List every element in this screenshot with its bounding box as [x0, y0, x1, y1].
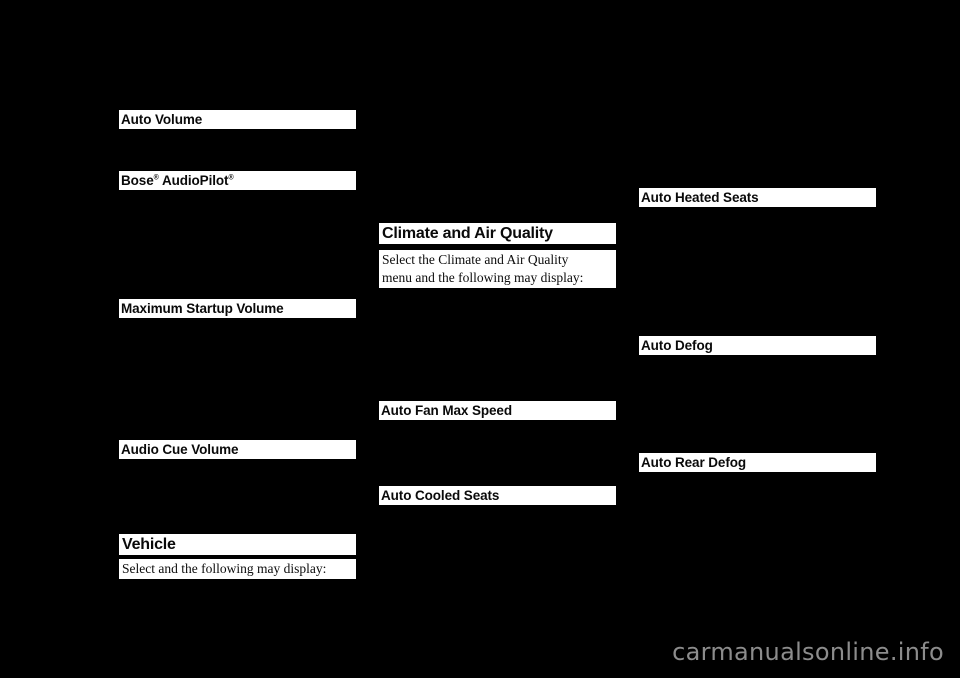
- heading-bose-audiopilot: Bose® AudioPilot®: [119, 171, 356, 190]
- audiopilot-word: AudioPilot: [158, 173, 229, 188]
- heading-auto-volume-label: Auto Volume: [121, 112, 203, 127]
- manual-page: Auto Volume Bose® AudioPilot® Maximum St…: [0, 0, 960, 678]
- heading-maximum-startup-volume-label: Maximum Startup Volume: [121, 301, 284, 316]
- heading-auto-rear-defog-label: Auto Rear Defog: [641, 455, 747, 470]
- heading-auto-volume: Auto Volume: [119, 110, 356, 129]
- climate-intro-line-1: Select the Climate and Air Quality: [382, 252, 569, 267]
- heading-auto-defog-label: Auto Defog: [641, 338, 713, 353]
- heading-auto-cooled-seats: Auto Cooled Seats: [379, 486, 616, 505]
- climate-intro-text: Select the Climate and Air Quality menu …: [379, 250, 616, 288]
- heading-climate-and-air-quality-label: Climate and Air Quality: [382, 224, 553, 242]
- heading-auto-defog: Auto Defog: [639, 336, 876, 355]
- heading-auto-heated-seats: Auto Heated Seats: [639, 188, 876, 207]
- heading-auto-rear-defog: Auto Rear Defog: [639, 453, 876, 472]
- heading-vehicle: Vehicle: [119, 534, 356, 555]
- heading-audio-cue-volume: Audio Cue Volume: [119, 440, 356, 459]
- heading-maximum-startup-volume: Maximum Startup Volume: [119, 299, 356, 318]
- site-watermark: carmanualsonline.info: [672, 638, 944, 666]
- heading-climate-and-air-quality: Climate and Air Quality: [379, 223, 616, 244]
- bose-word: Bose: [121, 173, 154, 188]
- climate-intro-line-2: menu and the following may display:: [382, 270, 584, 285]
- vehicle-intro-line-1: Select and the following may display:: [122, 561, 327, 576]
- vehicle-intro-text: Select and the following may display:: [119, 559, 356, 579]
- heading-vehicle-label: Vehicle: [122, 535, 176, 553]
- registered-trademark-icon: ®: [228, 174, 234, 182]
- heading-audio-cue-volume-label: Audio Cue Volume: [121, 442, 239, 457]
- heading-auto-fan-max-speed: Auto Fan Max Speed: [379, 401, 616, 420]
- heading-auto-heated-seats-label: Auto Heated Seats: [641, 190, 759, 205]
- heading-auto-fan-max-speed-label: Auto Fan Max Speed: [381, 403, 512, 418]
- heading-bose-audiopilot-label: Bose® AudioPilot®: [121, 173, 234, 188]
- heading-auto-cooled-seats-label: Auto Cooled Seats: [381, 488, 500, 503]
